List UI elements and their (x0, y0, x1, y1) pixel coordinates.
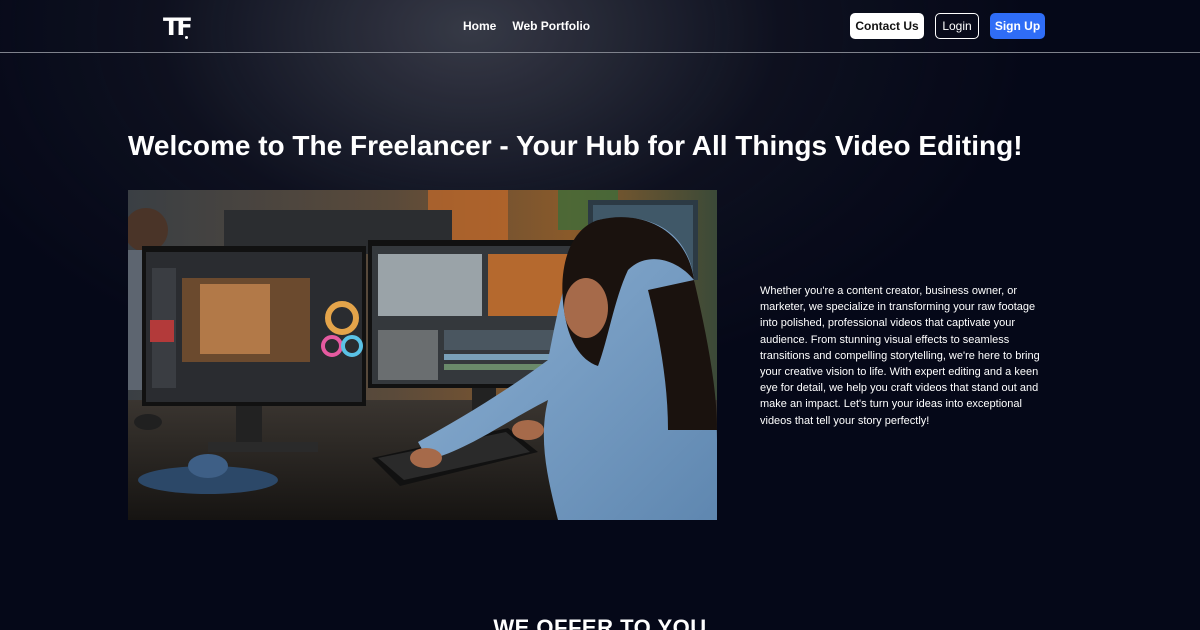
brand-logo[interactable]: TF (163, 13, 203, 41)
sign-up-button[interactable]: Sign Up (990, 13, 1045, 39)
navbar: TF Home Web Portfolio Contact Us Login S… (0, 0, 1200, 53)
hero-image (128, 190, 717, 520)
logo-dot (185, 36, 188, 39)
contact-us-button[interactable]: Contact Us (850, 13, 924, 39)
nav-link-home[interactable]: Home (463, 19, 496, 34)
hero-description: Whether you're a content creator, busine… (760, 285, 1040, 427)
offer-section-heading: WE OFFER TO YOU (493, 615, 707, 630)
login-button[interactable]: Login (935, 13, 979, 39)
hero-title: Welcome to The Freelancer - Your Hub for… (128, 130, 1023, 161)
nav-link-web-portfolio[interactable]: Web Portfolio (512, 19, 590, 34)
nav-links: Home Web Portfolio (463, 19, 590, 34)
